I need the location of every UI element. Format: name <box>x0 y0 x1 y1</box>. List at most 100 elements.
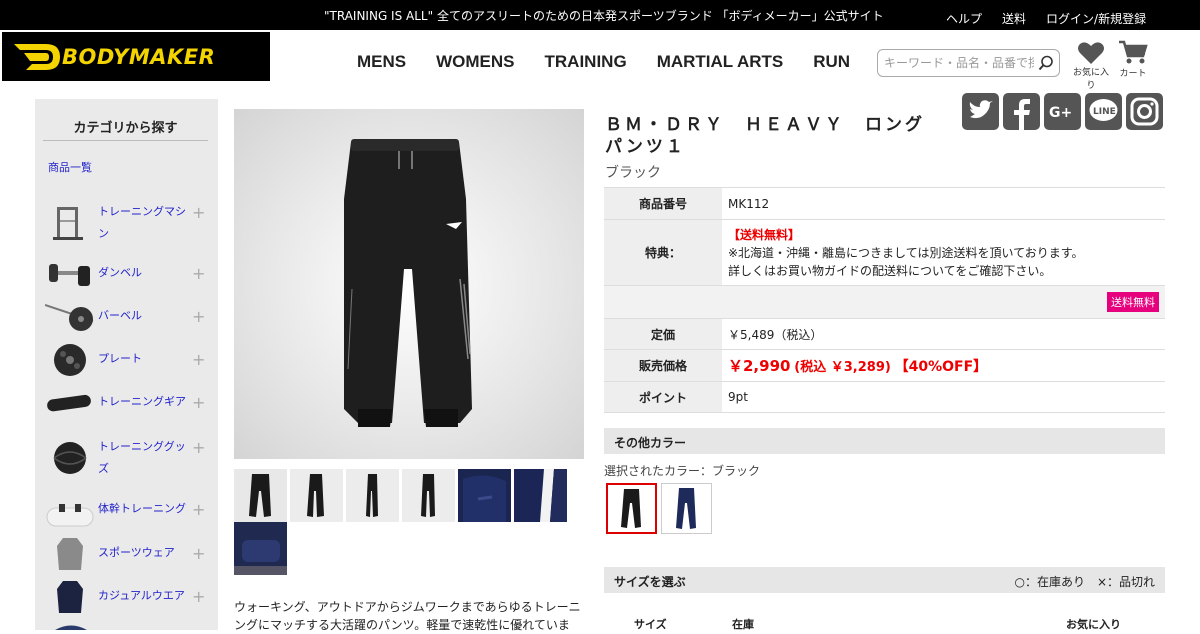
main-nav: MENS WOMENS TRAINING MARTIAL ARTS RUN <box>357 52 850 72</box>
expand-icon[interactable]: + <box>192 350 205 369</box>
color-swatch-black[interactable] <box>606 483 657 534</box>
selected-color-text: 選択されたカラー：ブラック <box>604 464 761 478</box>
twitter-icon[interactable] <box>962 93 999 130</box>
sidebar-item-training-machine[interactable]: トレーニングマシン + <box>35 201 218 245</box>
sidebar-item-sportswear[interactable]: スポーツウェア + <box>35 536 218 572</box>
logo-text: BODYMAKER <box>62 45 216 69</box>
points-value: 9pt <box>722 381 1165 413</box>
nav-martial-arts[interactable]: MARTIAL ARTS <box>657 52 784 72</box>
search-box <box>877 49 1060 77</box>
cart-button[interactable]: カート <box>1114 40 1152 79</box>
sidebar-item-training-gear[interactable]: トレーニングギア + <box>35 385 218 421</box>
product-thumbnail[interactable] <box>402 469 455 522</box>
expand-icon[interactable]: + <box>192 264 205 283</box>
sidebar-item-core-training[interactable]: 体幹トレーニング + <box>35 498 218 534</box>
sidebar-item-label: スポーツウェア <box>98 546 175 559</box>
expand-icon[interactable]: + <box>192 500 205 519</box>
sidebar-item-label: トレーニンググッズ <box>98 440 186 475</box>
product-description: ウォーキング、アウトドアからジムワークまであらゆるトレーニングにマッチする大活躍… <box>234 600 581 632</box>
thumb-navy-detail-icon <box>463 475 506 522</box>
sidebar-title: カテゴリから探す <box>43 117 208 141</box>
spec-label: 商品番号 <box>604 187 722 220</box>
instagram-icon[interactable] <box>1126 93 1163 130</box>
product-thumbnail[interactable] <box>234 469 287 522</box>
sidebar-item-label: ダンベル <box>98 266 142 279</box>
plate-icon <box>54 344 86 376</box>
help-link[interactable]: ヘルプ <box>946 10 982 27</box>
product-thumbnail[interactable] <box>346 469 399 522</box>
sidebar-item-dumbbell[interactable]: ダンベル + <box>35 256 218 292</box>
sidebar-item-casual-wear[interactable]: カジュアルウエア + <box>35 579 218 615</box>
site-logo[interactable]: BODYMAKER <box>2 32 270 81</box>
partial-category-icon <box>55 625 87 630</box>
nav-training[interactable]: TRAINING <box>545 52 627 72</box>
product-thumbnail[interactable] <box>514 469 567 522</box>
product-main-image[interactable] <box>234 109 584 459</box>
sidebar-item-label: 体幹トレーニング <box>98 502 186 515</box>
spec-label: ポイント <box>604 381 722 413</box>
color-swatch-navy[interactable] <box>661 483 712 534</box>
product-title: ＢＭ・ＤＲＹ ＨＥＡＶＹ ロングパンツ１ <box>605 115 925 157</box>
thumb-back-icon <box>366 474 378 517</box>
site-tagline: "TRAINING IS ALL" 全てのアスリートのための日本発スポーツブラン… <box>324 9 884 23</box>
expand-icon[interactable]: + <box>192 307 205 326</box>
free-shipping-note: 【送料無料】 <box>728 227 801 242</box>
product-thumbnail[interactable] <box>290 469 343 522</box>
search-input[interactable] <box>884 54 1034 72</box>
login-register-link[interactable]: ログイン/新規登録 <box>1046 10 1146 27</box>
google-plus-icon[interactable]: G+ <box>1044 93 1081 130</box>
thumb-other-side-icon <box>421 474 435 517</box>
social-share: G+ LINE <box>962 93 1163 130</box>
spec-row-points: ポイント 9pt <box>604 381 1165 413</box>
expand-icon[interactable]: + <box>192 438 205 457</box>
sidebar-item-plate[interactable]: プレート + <box>35 342 218 378</box>
spec-row-sale-price: 販売価格 ￥2,990 (税込 ￥3,289) 【40%OFF】 <box>604 349 1165 382</box>
nav-mens[interactable]: MENS <box>357 52 406 72</box>
sale-price-value: ￥2,990 (税込 ￥3,289) 【40%OFF】 <box>722 349 1165 382</box>
pants-image <box>344 139 472 427</box>
expand-icon[interactable]: + <box>192 587 205 606</box>
expand-icon[interactable]: + <box>192 544 205 563</box>
line-icon[interactable]: LINE <box>1085 93 1122 130</box>
sidebar-item-label: トレーニングギア <box>98 395 186 408</box>
sidebar-item-label: トレーニングマシン <box>98 205 186 240</box>
favorites-button[interactable]: お気に入り <box>1069 41 1113 91</box>
product-thumbnail[interactable] <box>234 522 287 575</box>
other-colors-header: その他カラー <box>604 428 1165 454</box>
free-shipping-badge: 送料無料 <box>1107 292 1159 312</box>
sidebar-item-barbell[interactable]: バーベル + <box>35 299 218 335</box>
dumbbell-icon <box>49 264 90 286</box>
spec-row-list-price: 定価 ￥5,489（税込） <box>604 318 1165 350</box>
medicine-ball-icon <box>53 442 87 474</box>
expand-icon[interactable]: + <box>192 203 205 222</box>
sidebar-item-label: バーベル <box>98 309 142 322</box>
size-section-header: サイズを選ぶ ○：在庫あり ×：品切れ <box>604 567 1165 593</box>
nav-womens[interactable]: WOMENS <box>436 52 514 72</box>
sidebar-all-products[interactable]: 商品一覧 <box>48 159 92 175</box>
thumb-side-icon <box>307 474 324 517</box>
search-icon[interactable] <box>1038 55 1054 71</box>
core-bag-icon <box>46 504 94 527</box>
stock-legend: ○：在庫あり ×：品切れ <box>1014 575 1155 589</box>
product-thumbnail[interactable] <box>458 469 511 522</box>
nav-run[interactable]: RUN <box>813 52 850 72</box>
spec-row-item-number: 商品番号 MK112 <box>604 187 1165 220</box>
top-bar: "TRAINING IS ALL" 全てのアスリートのための日本発スポーツブラン… <box>0 0 1200 30</box>
discount-label: 【40%OFF】 <box>894 359 988 375</box>
sportswear-icon <box>57 538 83 570</box>
product-spec-table: 商品番号 MK112 特典： 【送料無料】 ※北海道・沖縄・離島につきましては別… <box>604 187 1165 413</box>
facebook-icon[interactable] <box>1003 93 1040 130</box>
shipping-link[interactable]: 送料 <box>1002 10 1026 27</box>
logo-mark-icon <box>14 44 60 70</box>
barbell-icon <box>45 304 94 331</box>
expand-icon[interactable]: + <box>192 393 205 412</box>
sidebar-item-training-goods[interactable]: トレーニンググッズ + <box>35 436 218 480</box>
thumb-front-icon <box>249 474 271 517</box>
cart-label: カート <box>1119 69 1147 79</box>
other-colors-title: その他カラー <box>614 436 687 450</box>
size-section-title: サイズを選ぶ <box>614 575 686 589</box>
svg-text:LINE: LINE <box>1093 107 1116 117</box>
sale-price-tax: (税込 ￥3,289) <box>794 360 891 375</box>
casual-wear-icon <box>57 581 83 613</box>
perk-note-2: 詳しくはお買い物ガイドの配送料についてをご確認下さい。 <box>728 263 1052 278</box>
